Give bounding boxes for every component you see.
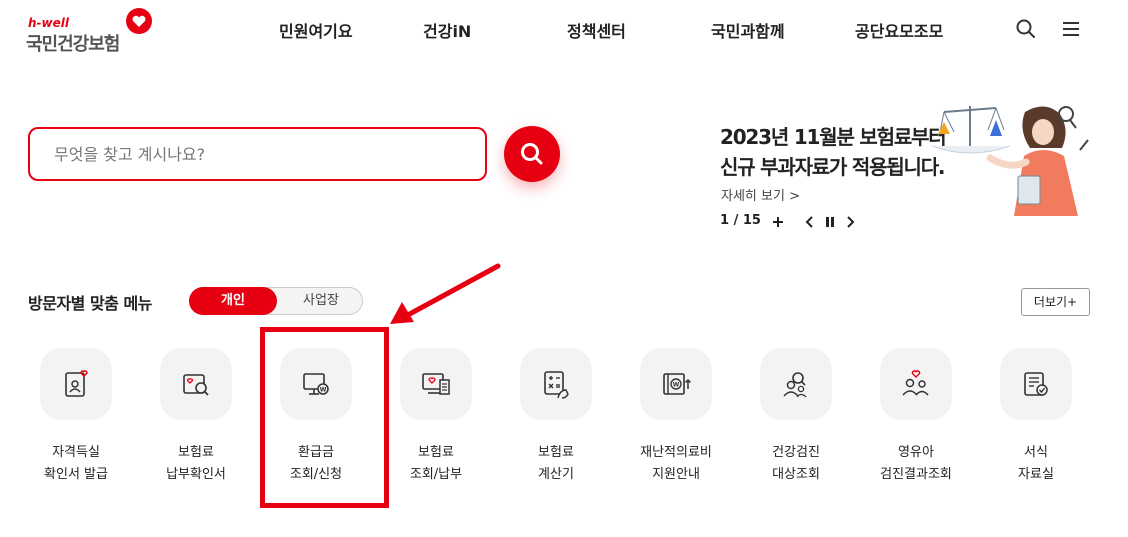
menu-item-label: 보험료 계산기 xyxy=(538,445,574,482)
search-input[interactable] xyxy=(54,142,454,166)
menu-icon-bg xyxy=(40,348,112,420)
menu-item-health-checkup-target[interactable]: 건강검진 대상조회 xyxy=(736,348,856,488)
document-search-icon xyxy=(183,374,209,396)
nav-item-about[interactable]: 공단요모조모 xyxy=(855,18,943,42)
plus-icon[interactable] xyxy=(770,212,786,232)
menu-icon-bg xyxy=(400,348,472,420)
monitor-receipt-icon xyxy=(422,373,450,395)
menu-item-label: 보험료 조회/납부 xyxy=(409,445,463,482)
document-check-icon xyxy=(1024,372,1048,396)
menu-icon-bg xyxy=(1000,348,1072,420)
menu-item-infant-checkup-results[interactable]: 영유아 검진결과조회 xyxy=(856,348,976,488)
banner-illustration-woman-scale xyxy=(931,106,1089,216)
menu-icon-bg xyxy=(520,348,592,420)
pager-total: 15 xyxy=(742,213,761,228)
people-search-icon xyxy=(783,372,807,398)
main-nav: 민원여기요 건강iN 정책센터 국민과함께 공단요모조모 xyxy=(0,18,1128,46)
pause-icon[interactable] xyxy=(822,212,838,232)
menu-icon-bg xyxy=(160,348,232,420)
search-icon xyxy=(521,143,543,165)
hamburger-menu-icon[interactable] xyxy=(1060,18,1082,40)
toggle-business[interactable]: 사업장 xyxy=(278,287,364,315)
menu-item-catastrophic-medical-support[interactable]: W 재난적의료비 지원안내 xyxy=(616,348,736,488)
menu-item-premium-inquiry-payment[interactable]: 보험료 조회/납부 xyxy=(376,348,496,488)
search-box xyxy=(28,127,487,181)
chevron-left-icon[interactable] xyxy=(802,212,818,232)
menu-item-premium-calculator[interactable]: 보험료 계산기 xyxy=(496,348,616,488)
menu-item-label: 재난적의료비 지원안내 xyxy=(640,445,712,482)
nav-item-health-in[interactable]: 건강iN xyxy=(423,18,471,42)
menu-item-label: 건강검진 대상조회 xyxy=(772,445,820,482)
search-icon[interactable] xyxy=(1015,18,1037,40)
red-arrow-icon xyxy=(390,263,501,324)
menu-item-label: 자격득실 확인서 발급 xyxy=(44,445,108,482)
site-header: h-well 국민건강보험 민원여기요 건강iN 정책센터 국민과함께 공단요모… xyxy=(0,0,1128,64)
toggle-personal[interactable]: 개인 xyxy=(189,287,277,315)
banner-more-link[interactable]: 자세히 보기 > xyxy=(721,185,800,204)
menu-icon-bg xyxy=(760,348,832,420)
menu-item-forms-library[interactable]: 서식 자료실 xyxy=(976,348,1096,488)
menu-item-label: 영유아 검진결과조회 xyxy=(880,445,952,482)
visitor-type-toggle: 개인 사업장 xyxy=(189,287,363,315)
menu-item-qualification-certificate[interactable]: 자격득실 확인서 발급 xyxy=(16,348,136,488)
pager-current: 1 xyxy=(720,213,730,228)
chevron-right-icon[interactable] xyxy=(842,212,858,232)
menu-icon-bg xyxy=(880,348,952,420)
highlight-box xyxy=(260,327,389,508)
nav-item-minwon[interactable]: 민원여기요 xyxy=(279,18,353,42)
pager-separator: / xyxy=(729,213,743,228)
menu-item-label: 보험료 납부확인서 xyxy=(166,445,226,482)
id-card-heart-icon xyxy=(65,370,88,397)
nav-item-policy-center[interactable]: 정책센터 xyxy=(567,18,626,42)
calculator-hand-icon xyxy=(544,371,569,399)
search-button[interactable] xyxy=(504,126,560,182)
menu-icon-bg: W xyxy=(640,348,712,420)
svg-text:W: W xyxy=(673,382,680,389)
menu-item-premium-payment-certificate[interactable]: 보험료 납부확인서 xyxy=(136,348,256,488)
banner-pager: 1 / 15 xyxy=(720,213,761,228)
section-title: 방문자별 맞춤 메뉴 xyxy=(28,294,152,313)
book-won-arrow-icon: W xyxy=(663,373,692,395)
family-heart-icon xyxy=(902,370,929,396)
more-button[interactable]: 더보기+ xyxy=(1021,288,1090,316)
nav-item-with-citizens[interactable]: 국민과함께 xyxy=(711,18,785,42)
menu-item-label: 서식 자료실 xyxy=(1018,445,1054,482)
